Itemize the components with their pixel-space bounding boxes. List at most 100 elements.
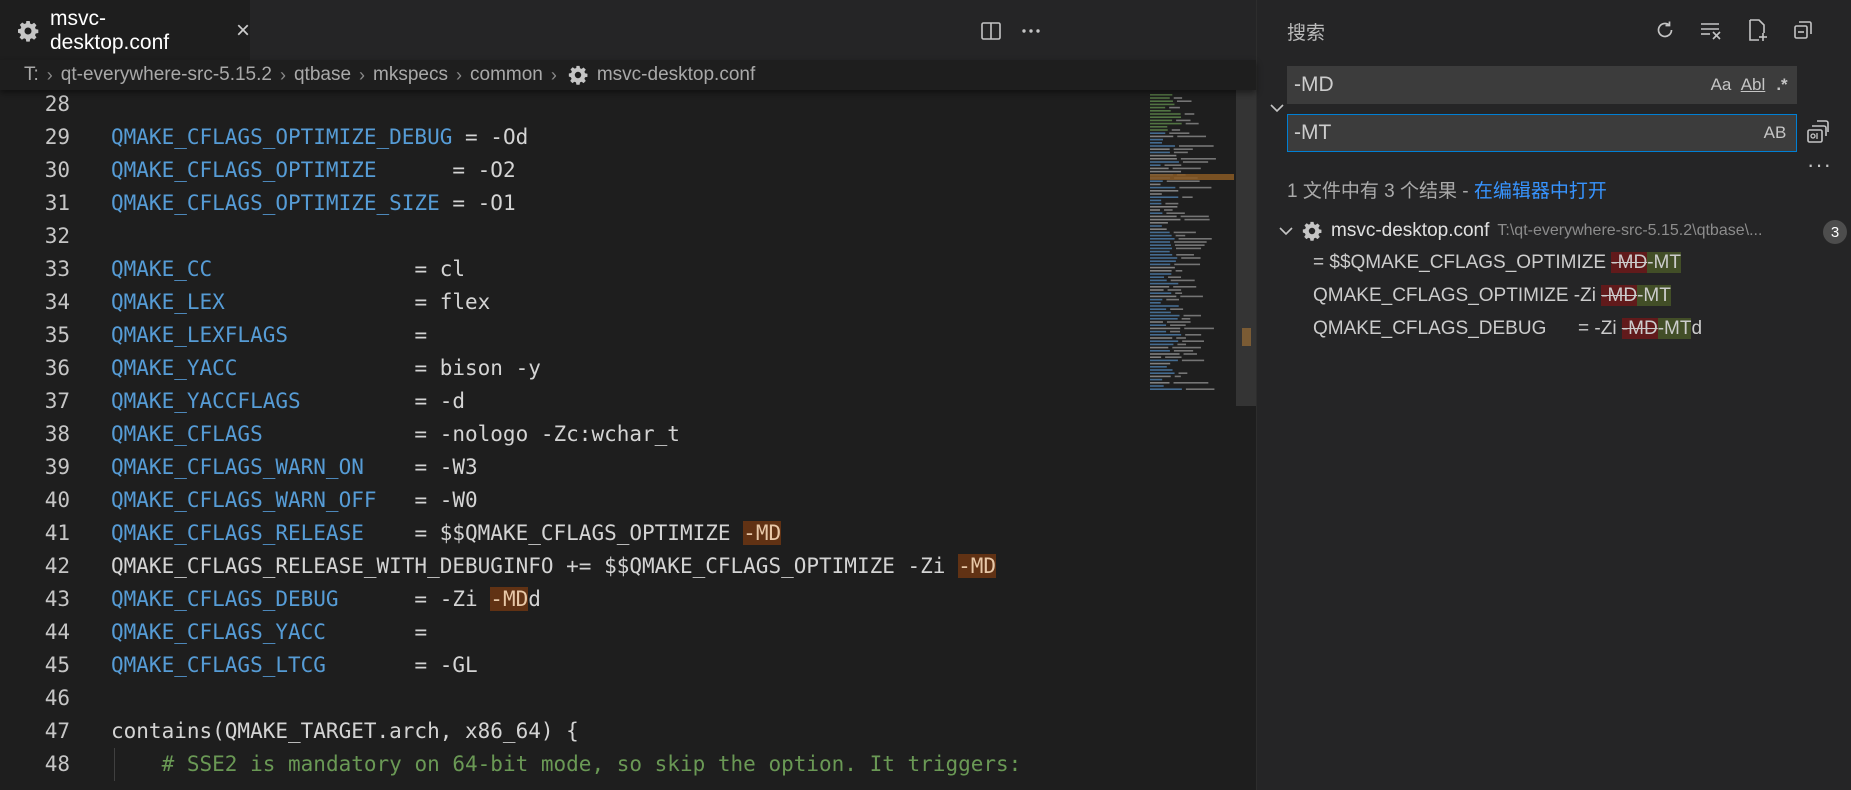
code-line[interactable]: 42 QMAKE_CFLAGS_RELEASE_WITH_DEBUGINFO +=… (0, 550, 1146, 583)
result-item[interactable]: = $$QMAKE_CFLAGS_OPTIMIZE -MD-MT (1313, 248, 1681, 278)
new-search-editor-icon[interactable] (1743, 16, 1771, 44)
minimap-line (1150, 129, 1168, 131)
code-text: QMAKE_CFLAGS_YACC = (111, 616, 427, 649)
result-context: = $$QMAKE_CFLAGS_OPTIMIZE (1313, 252, 1612, 273)
minimap-line (1173, 231, 1196, 234)
collapse-all-icon[interactable] (1789, 16, 1817, 44)
breadcrumb-item[interactable]: qt-everywhere-src-5.15.2 (61, 64, 272, 86)
results-summary: 1 文件中有 3 个结果 - 在编辑器中打开 (1287, 176, 1607, 203)
minimap-line (1178, 372, 1188, 374)
minimap-line (1150, 346, 1169, 349)
editor-tab[interactable]: msvc-desktop.conf × (0, 0, 250, 60)
code-line[interactable]: 30 QMAKE_CFLAGS_OPTIMIZE = -O2 (0, 154, 1146, 187)
scrollbar-match-marker (1242, 328, 1251, 346)
search-input[interactable] (1294, 67, 1694, 103)
minimap-line (1150, 186, 1176, 189)
code-line[interactable]: 46 (0, 682, 1146, 715)
code-text: QMAKE_YACCFLAGS = -d (111, 385, 465, 418)
minimap-line (1150, 119, 1173, 122)
minimap-line (1150, 279, 1167, 282)
code-line[interactable]: 44 QMAKE_CFLAGS_YACC = (0, 616, 1146, 649)
minimap-line (1150, 388, 1182, 390)
close-icon[interactable]: × (236, 19, 250, 43)
minimap-line (1150, 110, 1171, 112)
breadcrumb-item[interactable]: T: (24, 64, 39, 86)
match-case-toggle[interactable]: Aa (1708, 73, 1734, 97)
code-line[interactable]: 34 QMAKE_LEX = flex (0, 286, 1146, 319)
minimap-line (1150, 212, 1163, 214)
chevron-right-icon: › (550, 64, 557, 85)
breadcrumb-item[interactable]: msvc-desktop.conf (597, 64, 755, 86)
preserve-case-toggle[interactable]: AB (1760, 121, 1790, 145)
code-line[interactable]: 40 QMAKE_CFLAGS_WARN_OFF = -W0 (0, 484, 1146, 517)
code-text: QMAKE_CFLAGS_RELEASE = $$QMAKE_CFLAGS_OP… (111, 517, 782, 550)
breadcrumb: T: › qt-everywhere-src-5.15.2 › qtbase ›… (0, 60, 1256, 90)
minimap-line (1185, 388, 1215, 390)
minimap-line (1176, 119, 1191, 122)
code-text: QMAKE_CFLAGS = -nologo -Zc:wchar_t (111, 418, 680, 451)
code-token: = (325, 620, 428, 644)
code-token: = -Od (452, 125, 529, 149)
replace-input-box[interactable]: AB (1287, 114, 1797, 152)
open-in-editor-link[interactable]: 在编辑器中打开 (1474, 181, 1607, 202)
code-line[interactable]: 31 QMAKE_CFLAGS_OPTIMIZE_SIZE = -O1 (0, 187, 1146, 220)
more-icon[interactable]: ··· (1807, 152, 1832, 178)
whole-word-toggle[interactable]: Abl (1740, 73, 1766, 97)
code-area[interactable]: 28 29 QMAKE_CFLAGS_OPTIMIZE_DEBUG = -Od 30 Q… (0, 90, 1146, 790)
replace-input[interactable] (1294, 115, 1694, 151)
minimap-line (1173, 148, 1193, 150)
code-line[interactable]: 35 QMAKE_LEXFLAGS = (0, 319, 1146, 352)
minimap[interactable] (1146, 90, 1236, 790)
chevron-down-icon[interactable] (1277, 222, 1295, 240)
code-text: QMAKE_CFLAGS_DEBUG = -Zi -MDd (111, 583, 541, 616)
code-line[interactable]: 43 QMAKE_CFLAGS_DEBUG = -Zi -MDd (0, 583, 1146, 616)
minimap-line (1181, 359, 1205, 362)
minimap-line (1150, 106, 1166, 109)
minimap-scrollbar[interactable] (1236, 90, 1256, 406)
clear-results-icon[interactable] (1697, 16, 1725, 44)
code-key: QMAKE_CC (111, 257, 213, 281)
minimap-line (1150, 183, 1161, 186)
code-line[interactable]: 45 QMAKE_CFLAGS_LTCG = -GL (0, 649, 1146, 682)
chevron-down-icon[interactable] (1267, 98, 1287, 118)
line-number: 47 (44, 719, 70, 743)
split-editor-icon[interactable] (978, 18, 1004, 44)
minimap-line (1150, 382, 1170, 384)
search-input-box[interactable]: Aa Abl .* (1287, 66, 1797, 104)
code-line[interactable]: 28 (0, 90, 1146, 121)
editor-group: msvc-desktop.conf × T: › qt-everywhere-s… (0, 0, 1256, 790)
minimap-line (1150, 266, 1175, 269)
code-line[interactable]: 36 QMAKE_YACC = bison -y (0, 352, 1146, 385)
minimap-line (1185, 334, 1202, 336)
result-item[interactable]: QMAKE_CFLAGS_OPTIMIZE -Zi -MD-MT (1313, 281, 1671, 311)
code-line[interactable]: 39 QMAKE_CFLAGS_WARN_ON = -W3 (0, 451, 1146, 484)
minimap-match-highlight (1150, 174, 1234, 180)
code-line[interactable]: 33 QMAKE_CC = cl (0, 253, 1146, 286)
code-key: QMAKE_CFLAGS_OPTIMIZE (111, 158, 377, 182)
code-text: # SSE2 is mandatory on 64-bit mode, so s… (111, 748, 1022, 781)
minimap-line (1183, 314, 1201, 317)
breadcrumb-item[interactable]: qtbase (294, 64, 351, 86)
result-file-row[interactable]: msvc-desktop.conf T:\qt-everywhere-src-5… (1277, 216, 1847, 246)
code-line[interactable]: 47 contains(QMAKE_TARGET.arch, x86_64) { (0, 715, 1146, 748)
code-line[interactable]: 29 QMAKE_CFLAGS_OPTIMIZE_DEBUG = -Od (0, 121, 1146, 154)
minimap-line (1150, 247, 1172, 250)
more-icon[interactable] (1018, 18, 1044, 44)
breadcrumb-item[interactable]: mkspecs (373, 64, 448, 86)
minimap-line (1183, 353, 1197, 355)
code-token: = -O2 (376, 158, 516, 182)
minimap-line (1166, 212, 1185, 214)
minimap-line (1164, 209, 1173, 211)
replace-all-icon[interactable] (1804, 118, 1834, 148)
regex-toggle[interactable]: .* (1770, 73, 1794, 97)
code-line[interactable]: 41 QMAKE_CFLAGS_RELEASE = $$QMAKE_CFLAGS_… (0, 517, 1146, 550)
breadcrumb-item[interactable]: common (470, 64, 543, 86)
code-line[interactable]: 32 (0, 220, 1146, 253)
minimap-line (1150, 193, 1162, 195)
code-line[interactable]: 37 QMAKE_YACCFLAGS = -d (0, 385, 1146, 418)
code-line[interactable]: 48 # SSE2 is mandatory on 64-bit mode, s… (0, 748, 1146, 781)
line-number: 37 (44, 389, 70, 413)
refresh-icon[interactable] (1651, 16, 1679, 44)
result-item[interactable]: QMAKE_CFLAGS_DEBUG = -Zi -MD-MTd (1313, 314, 1702, 344)
code-line[interactable]: 38 QMAKE_CFLAGS = -nologo -Zc:wchar_t (0, 418, 1146, 451)
